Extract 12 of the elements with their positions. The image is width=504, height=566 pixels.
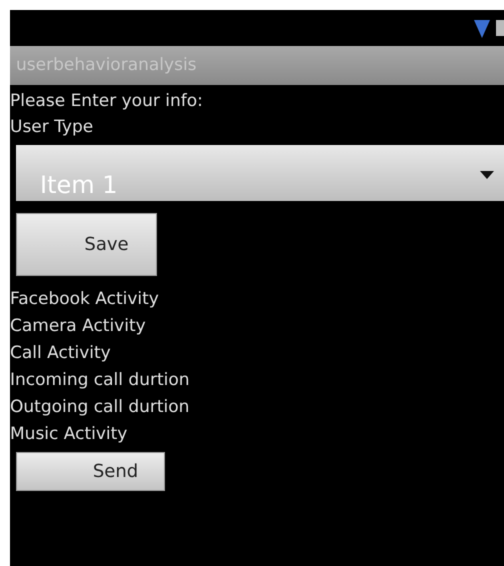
save-button[interactable]: Save [16, 213, 157, 276]
user-type-label: User Type [10, 116, 94, 139]
activity-label: Facebook Activity [10, 288, 160, 311]
activity-label: Camera Activity [10, 315, 147, 338]
prompt-text: Please Enter your info: [10, 90, 204, 113]
wifi-icon [474, 18, 490, 38]
activity-label: Call Activity [10, 342, 112, 365]
activity-label: Music Activity [10, 423, 128, 446]
send-button[interactable]: Send [16, 452, 165, 491]
caret-icon [480, 171, 494, 179]
activity-label: Outgoing call durtion [10, 396, 190, 419]
activity-label: Incoming call durtion [10, 369, 191, 392]
